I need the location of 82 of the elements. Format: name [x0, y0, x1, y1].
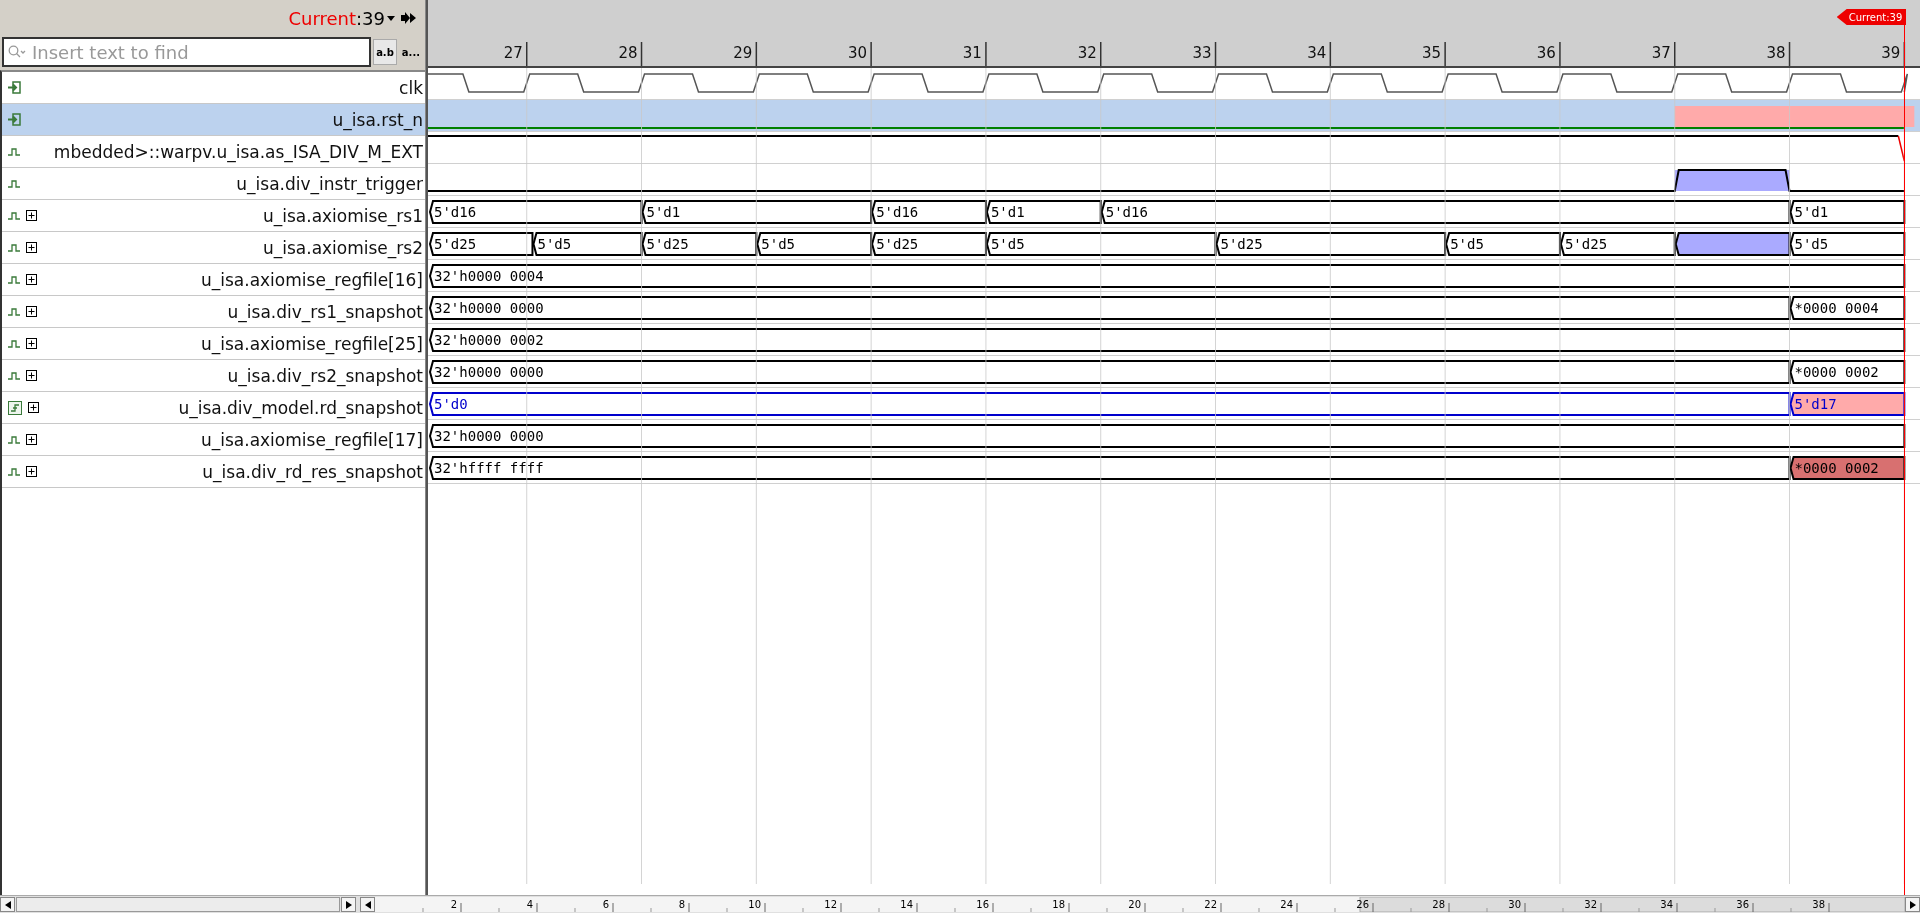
signal-name: u_isa.div_rs1_snapshot — [227, 301, 423, 322]
signal-name: u_isa.rst_n — [332, 109, 423, 130]
pulse-icon — [8, 147, 20, 156]
bus-segment: 5'd0 — [428, 392, 1791, 416]
bus-segment: 5'd5 — [756, 232, 873, 256]
left-triangle-icon — [364, 900, 371, 909]
bus-segment: 5'd5 — [532, 232, 643, 256]
expand-icon[interactable] — [26, 338, 37, 349]
bus-segment: *0000 0002 — [1789, 456, 1906, 480]
signal-name: u_isa.axiomise_regfile[16] — [200, 269, 423, 290]
signal-name: u_isa.div_instr_trigger — [236, 173, 423, 194]
pulse-icon — [8, 339, 20, 348]
signal-name: u_isa.axiomise_regfile[25] — [200, 333, 423, 354]
bus-segment: 32'h0000 0000 — [428, 296, 1791, 320]
bus-segment: 5'd25 — [871, 232, 987, 256]
signal-name: u_isa.div_rs2_snapshot — [227, 365, 423, 386]
bus-segment: 32'h0000 0000 — [428, 424, 1906, 448]
search-icon — [8, 45, 26, 59]
double-arrow-icon[interactable] — [401, 12, 417, 24]
left-triangle-icon — [4, 900, 11, 909]
search-field[interactable]: Insert text to find — [2, 37, 372, 67]
pulse-icon — [8, 275, 20, 284]
bus-segment: 5'd25 — [1559, 232, 1676, 256]
signal-name: u_isa.axiomise_rs1 — [262, 205, 423, 226]
match-option-button[interactable]: a.b — [373, 39, 397, 65]
input-port-icon — [8, 81, 21, 94]
pulse-icon — [8, 467, 20, 476]
pulse-icon — [8, 435, 20, 444]
scroll-right-button[interactable] — [341, 897, 356, 912]
expand-icon[interactable] — [28, 402, 39, 413]
signal-row[interactable]: u_isa.rst_n — [2, 104, 425, 136]
expand-icon[interactable] — [26, 274, 37, 285]
bus-segment: 5'd5 — [1789, 232, 1906, 256]
pulse-icon — [8, 307, 20, 316]
pulse-icon — [8, 179, 20, 188]
expand-icon[interactable] — [26, 306, 37, 317]
model-signal-icon — [8, 400, 22, 415]
bus-segment: 5'd1 — [641, 200, 873, 224]
expand-icon[interactable] — [26, 434, 37, 445]
scroll-left-button[interactable] — [360, 897, 375, 912]
signal-name: mbedded>::warpv.u_isa.as_ISA_DIV_M_EXT — [53, 141, 423, 162]
bus-segment: 5'd5 — [1445, 232, 1561, 256]
bus-segment: 5'd25 — [641, 232, 758, 256]
current-time-label: Current:39 — [288, 7, 385, 29]
bus-segment: 5'd1 — [1789, 200, 1906, 224]
bus-segment: *0000 0004 — [1789, 296, 1906, 320]
right-triangle-icon — [345, 900, 352, 909]
dropdown-caret-icon[interactable] — [387, 15, 395, 21]
bus-segment: 5'd5 — [985, 232, 1217, 256]
bus-segment: 5'd25 — [428, 232, 534, 256]
signal-name: u_isa.axiomise_regfile[17] — [200, 429, 423, 450]
bus-segment: 5'd16 — [1100, 200, 1791, 224]
expand-icon[interactable] — [26, 210, 37, 221]
signal-name: u_isa.div_model.rd_snapshot — [178, 397, 423, 418]
right-triangle-icon — [1909, 900, 1916, 909]
bus-segment: 5'd25 — [1215, 232, 1447, 256]
match-option-button[interactable]: a... — [398, 39, 423, 65]
bus-segment: 32'h0000 0000 — [428, 360, 1791, 384]
overview-scrollbar[interactable]: 2 4 6 8 10 12 14 16 18 20 22 24 26 28 30 32 34 36 38 — [375, 897, 1905, 912]
bus-segment: 32'h0000 0004 — [428, 264, 1906, 288]
scrollbar-thumb[interactable] — [16, 897, 340, 912]
pulse-icon — [8, 243, 20, 252]
bus-segment: 32'hffff ffff — [428, 456, 1791, 480]
bus-segment: 5'd16 — [871, 200, 987, 224]
expand-icon[interactable] — [26, 242, 37, 253]
cursor-line[interactable] — [1904, 22, 1906, 895]
signal-name: u_isa.div_rd_res_snapshot — [202, 461, 423, 482]
signal-name: clk — [399, 77, 423, 98]
expand-icon[interactable] — [26, 370, 37, 381]
pulse-icon — [8, 371, 20, 380]
bus-segment: 5'd16 — [428, 200, 643, 224]
bus-segment: 32'h0000 0002 — [428, 328, 1906, 352]
pulse-icon — [8, 211, 20, 220]
scroll-left-button[interactable] — [0, 897, 15, 912]
bus-segment: 5'd1 — [985, 200, 1102, 224]
input-port-icon — [8, 113, 21, 126]
scroll-right-button[interactable] — [1905, 897, 1920, 912]
bus-segment: 5'd17 — [1789, 392, 1906, 416]
cursor-flag[interactable]: Current:39 — [1836, 9, 1907, 25]
bus-segment: *0000 0002 — [1789, 360, 1906, 384]
expand-icon[interactable] — [26, 466, 37, 477]
signal-name: u_isa.axiomise_rs2 — [262, 237, 423, 258]
